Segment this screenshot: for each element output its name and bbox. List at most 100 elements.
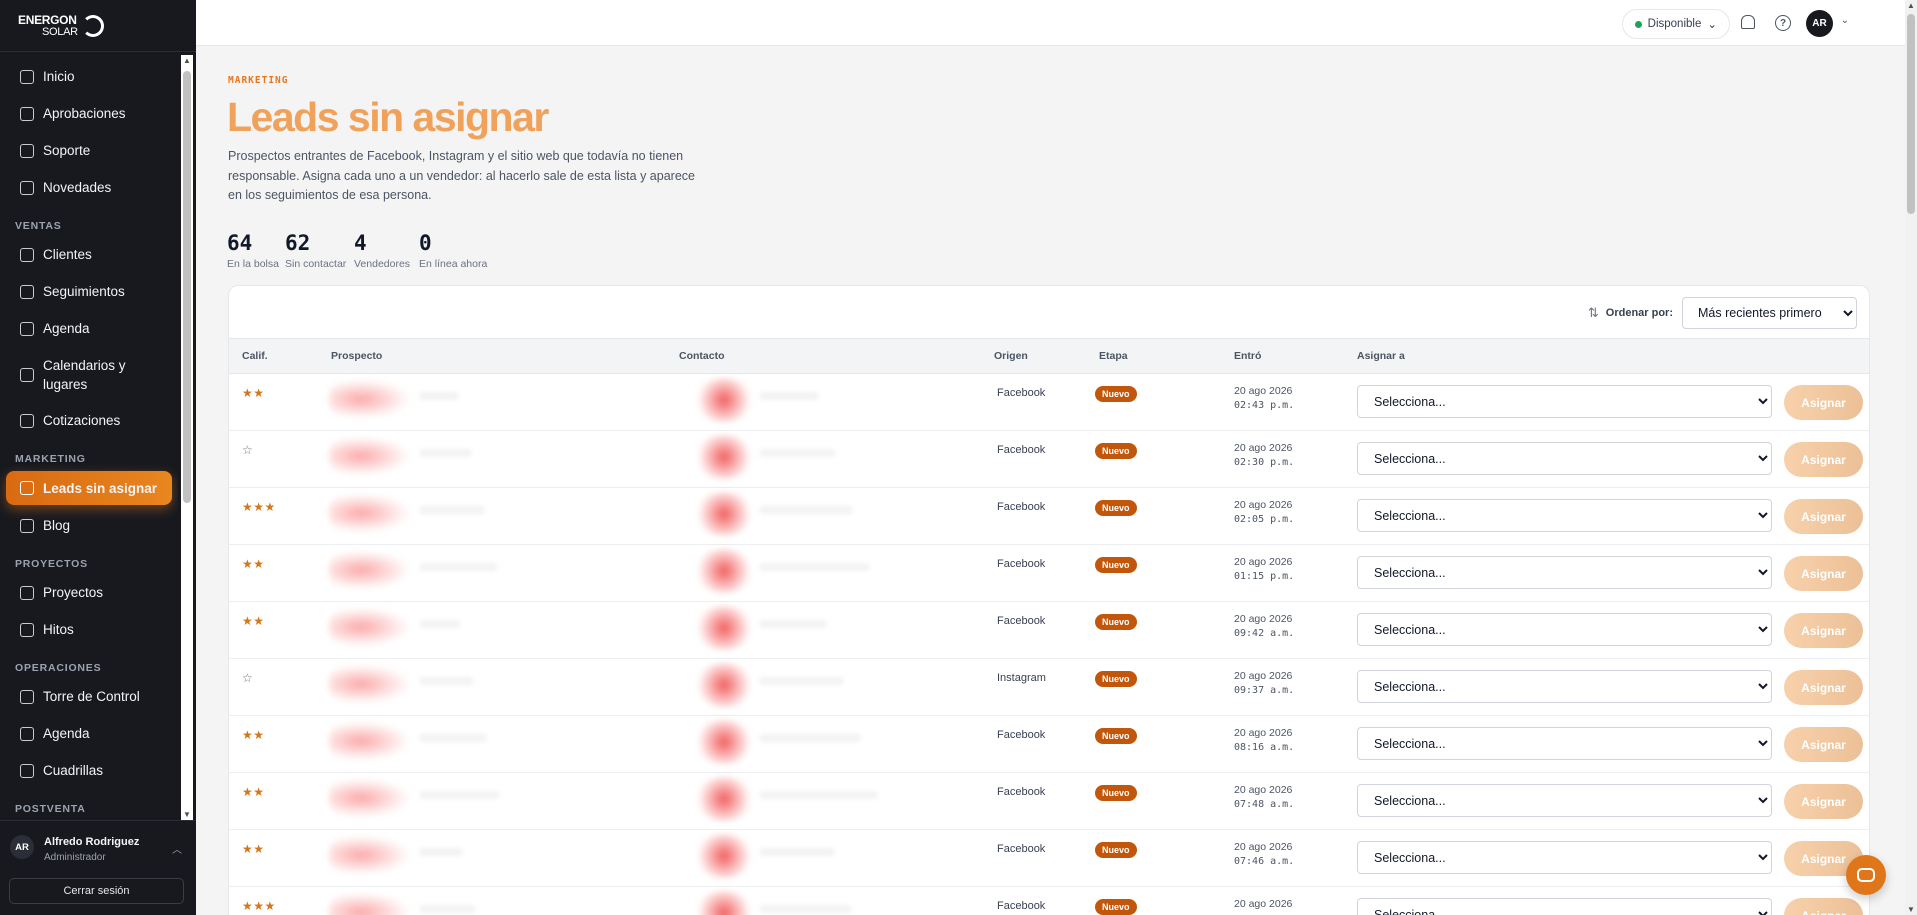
redacted-contact-detail <box>759 620 827 628</box>
table-row: ★★★ Facebook Nuevo 20 ago 2026 Selecciona...… <box>229 887 1869 915</box>
stat-label: En línea ahora <box>419 258 488 270</box>
redacted-contact <box>694 777 754 821</box>
assign-button[interactable]: Asignar <box>1784 670 1863 705</box>
page-eyebrow: MARKETING <box>228 75 289 86</box>
help-icon[interactable]: ? <box>1775 15 1791 31</box>
rating-stars: ☆ <box>242 443 254 457</box>
sidebar-item-seguimientos[interactable]: Seguimientos <box>0 273 178 310</box>
account-avatar[interactable]: AR <box>1806 10 1833 37</box>
assign-seller-select[interactable]: Selecciona... <box>1357 727 1772 760</box>
table-row: ★★ Facebook Nuevo 20 ago 2026 01:15 p.m. Sele… <box>229 545 1869 602</box>
rating-stars: ★★ <box>242 614 265 628</box>
sidebar-item-clientes[interactable]: Clientes <box>0 236 178 273</box>
assign-button[interactable]: Asignar <box>1784 556 1863 591</box>
leads-table-card: ⇅ Ordenar por: Más recientes primero Cal… <box>228 285 1870 915</box>
sidebar-item-proyectos[interactable]: Proyectos <box>0 574 178 611</box>
redacted-contact-detail <box>759 791 878 799</box>
stat-value: 64 <box>227 231 253 255</box>
lead-origin: Facebook <box>997 501 1046 513</box>
sidebar-item-agenda[interactable]: Agenda <box>0 310 178 347</box>
lead-date: 20 ago 2026 <box>1234 784 1293 796</box>
redacted-contact <box>694 435 754 479</box>
page-scroll-up-icon[interactable]: ▲ <box>1907 1 1915 10</box>
assign-seller-select[interactable]: Selecciona... <box>1357 841 1772 874</box>
sidebar-item-leads-sin-asignar[interactable]: Leads sin asignar <box>6 471 172 505</box>
sidebar-item-cotizaciones[interactable]: Cotizaciones <box>0 402 178 439</box>
page-scroll-down-icon[interactable]: ▼ <box>1907 905 1915 914</box>
sidebar-item-label: Soporte <box>43 143 91 158</box>
assign-button[interactable]: Asignar <box>1784 613 1863 648</box>
user-avatar[interactable]: AR <box>10 835 34 859</box>
sidebar-item-label: Cotizaciones <box>43 413 121 428</box>
scroll-up-icon[interactable]: ▲ <box>183 56 191 65</box>
redacted-prospect-detail <box>419 791 500 799</box>
sidebar-nav: Inicio Aprobaciones Soporte Novedades VENTAS… <box>0 58 178 818</box>
sidebar-item-aprobaciones[interactable]: Aprobaciones <box>0 95 178 132</box>
sidebar-item-novedades[interactable]: Novedades <box>0 169 178 206</box>
sidebar-item-soporte[interactable]: Soporte <box>0 132 178 169</box>
lead-time: 09:37 a.m. <box>1234 685 1295 696</box>
sidebar-item-torre-de-control[interactable]: Torre de Control <box>0 678 178 715</box>
sort-select[interactable]: Más recientes primero <box>1682 297 1857 329</box>
brand-logo[interactable]: ENERGON SOLAR <box>0 0 196 52</box>
assign-seller-select[interactable]: Selecciona... <box>1357 556 1772 589</box>
stat-label: Vendedores <box>354 258 411 270</box>
stat-value: 0 <box>419 231 432 255</box>
sidebar-item-label: Clientes <box>43 247 92 262</box>
status-label: Disponible <box>1647 18 1702 30</box>
sidebar-item-inicio[interactable]: Inicio <box>0 58 178 95</box>
assign-seller-select[interactable]: Selecciona... <box>1357 442 1772 475</box>
sidebar-item-hitos[interactable]: Hitos <box>0 611 178 648</box>
assign-seller-select[interactable]: Selecciona... <box>1357 898 1772 915</box>
assign-button[interactable]: Asignar <box>1784 499 1863 534</box>
assign-button[interactable]: Asignar <box>1784 784 1863 819</box>
lead-origin: Facebook <box>997 843 1046 855</box>
sidebar-item-label: Agenda <box>43 726 90 741</box>
assign-seller-select[interactable]: Selecciona... <box>1357 499 1772 532</box>
stage-badge: Nuevo <box>1095 671 1137 687</box>
stat-label: Sin contactar <box>285 258 347 270</box>
document-icon <box>20 413 34 428</box>
bell-icon[interactable] <box>1741 15 1755 29</box>
lead-time: 08:16 a.m. <box>1234 742 1295 753</box>
table-row: ★★ Facebook Nuevo 20 ago 2026 07:48 a.m. Sele… <box>229 773 1869 830</box>
assign-button[interactable]: Asignar <box>1784 442 1863 477</box>
redacted-prospect <box>329 551 409 589</box>
sidebar-item-label: Leads sin asignar <box>43 480 158 496</box>
assign-button[interactable]: Asignar <box>1784 727 1863 762</box>
assign-seller-select[interactable]: Selecciona... <box>1357 670 1772 703</box>
lead-date: 20 ago 2026 <box>1234 670 1293 682</box>
status-dropdown[interactable]: Disponible ⌄ <box>1621 9 1730 39</box>
lead-origin: Facebook <box>997 444 1046 456</box>
sidebar-item-agenda[interactable]: Agenda <box>0 715 178 752</box>
sidebar-scrollbar-thumb[interactable] <box>183 71 191 503</box>
sidebar-item-cuadrillas[interactable]: Cuadrillas <box>0 752 178 789</box>
logout-button[interactable]: Cerrar sesión <box>9 878 184 904</box>
assign-button[interactable]: Asignar <box>1784 385 1863 420</box>
support-chat-button[interactable] <box>1846 855 1886 895</box>
megaphone-icon <box>20 180 34 195</box>
sidebar-item-label: Proyectos <box>43 585 104 600</box>
user-panel: AR Alfredo Rodriguez Administrador ︿ Cer… <box>0 820 196 915</box>
lead-time: 02:05 p.m. <box>1234 514 1295 525</box>
table-row: ★★ Facebook Nuevo 20 ago 2026 07:46 a.m. Sele… <box>229 830 1869 887</box>
stat-0: 64 En la bolsa <box>227 231 279 270</box>
sidebar-item-calendarios-y-lugares[interactable]: Calendarios y lugares <box>0 347 178 402</box>
sidebar-item-label: Novedades <box>43 180 112 195</box>
account-chevron-down-icon[interactable]: ⌄ <box>1841 15 1849 26</box>
sidebar-scrollbar[interactable]: ▲ ▼ <box>181 55 193 820</box>
assign-button[interactable]: Asignar <box>1784 898 1863 915</box>
assign-seller-select[interactable]: Selecciona... <box>1357 613 1772 646</box>
assign-seller-select[interactable]: Selecciona... <box>1357 385 1772 418</box>
page-scrollbar-thumb[interactable] <box>1907 14 1915 214</box>
chevron-up-icon[interactable]: ︿ <box>172 841 182 856</box>
redacted-prospect <box>329 722 409 760</box>
sidebar-item-blog[interactable]: Blog <box>0 507 178 544</box>
assign-seller-select[interactable]: Selecciona... <box>1357 784 1772 817</box>
folder-icon <box>20 585 34 600</box>
table-row: ★★ Facebook Nuevo 20 ago 2026 09:42 a.m. Sele… <box>229 602 1869 659</box>
column-header: Etapa <box>1099 350 1128 362</box>
page-scrollbar[interactable]: ▲ ▼ <box>1905 0 1917 915</box>
scroll-down-icon[interactable]: ▼ <box>183 810 191 819</box>
rating-stars: ★★ <box>242 728 265 742</box>
